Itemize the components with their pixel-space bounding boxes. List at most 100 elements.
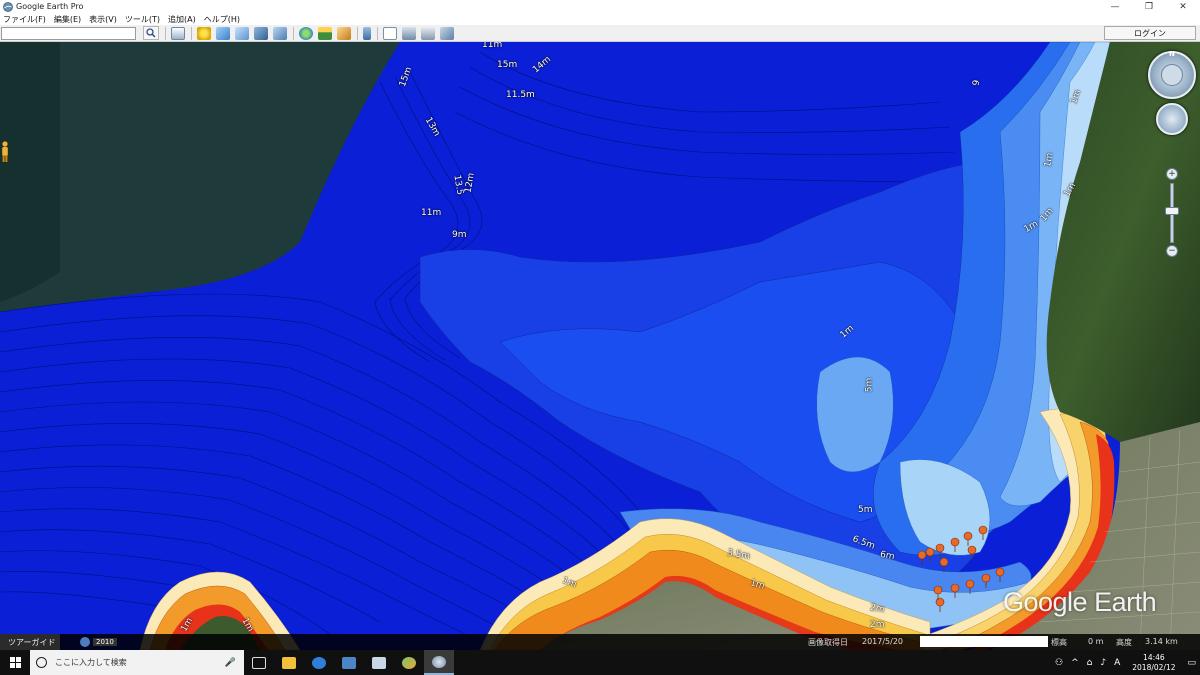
menu-bar: ファイル(F) 編集(E) 表示(V) ツール(T) 追加(A) ヘルプ(H) — [0, 13, 1200, 25]
clock-icon — [80, 637, 90, 647]
depth-label: 5m — [858, 505, 873, 515]
tour-guide-button[interactable]: ツアーガイド — [0, 634, 60, 650]
print-icon[interactable] — [402, 26, 416, 40]
coordinates-box — [920, 636, 1048, 647]
historical-imagery-icon[interactable] — [299, 26, 313, 40]
search-icon — [146, 28, 156, 38]
map-view[interactable]: 15m 11m 15m 14m 11.5m 13m 13.5 12m 11m 9m 9 1m 1m 1m 1… — [0, 42, 1200, 650]
record-tour-icon[interactable] — [273, 26, 287, 40]
window-title: Google Earth Pro — [16, 2, 84, 11]
restore-button[interactable]: ❐ — [1132, 0, 1166, 13]
start-button[interactable] — [0, 650, 30, 675]
zoom-in-button[interactable]: + — [1166, 168, 1178, 180]
elevation-label: 標高 — [1051, 638, 1067, 647]
menu-edit[interactable]: 編集(E) — [54, 14, 81, 25]
task-view-button[interactable] — [244, 650, 274, 675]
taskbar-app-5[interactable] — [394, 650, 424, 675]
compass-center-icon[interactable] — [1161, 64, 1183, 86]
taskbar-search-placeholder: ここに入力して検索 — [55, 658, 127, 667]
google-earth-window: Google Earth Pro — ❐ ✕ ファイル(F) 編集(E) 表示(… — [0, 0, 1200, 675]
sidebar-toggle-icon[interactable] — [171, 26, 185, 40]
unsurveyed-water-dark — [0, 42, 60, 302]
windows-taskbar: ここに入力して検索 🎤 ⚇ ^ ⌂ ♪ A 14:46 2018/02/12 ▭ — [0, 650, 1200, 675]
ruler-icon[interactable] — [363, 26, 371, 40]
close-button[interactable]: ✕ — [1166, 0, 1200, 13]
placemark-icon[interactable] — [197, 26, 211, 40]
minimize-button[interactable]: — — [1098, 0, 1132, 13]
windows-logo-icon — [9, 657, 21, 668]
depth-label: 11m — [421, 208, 442, 218]
depth-label: 9m — [452, 230, 467, 240]
zoom-slider-thumb[interactable] — [1165, 207, 1179, 215]
google-earth-app-icon — [3, 1, 13, 12]
polygon-icon[interactable] — [216, 26, 230, 40]
save-image-icon[interactable] — [421, 26, 435, 40]
imagery-date: 2017/5/20 — [862, 637, 904, 646]
move-control[interactable] — [1156, 103, 1188, 135]
title-bar: Google Earth Pro — ❐ ✕ — [0, 0, 1200, 13]
toolbar-separator — [293, 26, 294, 40]
people-icon[interactable]: ⚇ — [1055, 658, 1063, 668]
google-earth-watermark: Google Earth — [1003, 587, 1157, 617]
volume-icon[interactable]: ♪ — [1100, 658, 1106, 668]
depth-label: 5m — [864, 377, 875, 393]
notification-icon[interactable]: ▭ — [1187, 658, 1196, 668]
taskbar-edge[interactable] — [304, 650, 334, 675]
bathymetry-map — [0, 42, 1200, 650]
search-input[interactable] — [1, 26, 136, 40]
microphone-icon[interactable]: 🎤 — [225, 658, 236, 668]
folder-icon — [282, 656, 296, 669]
zoom-out-button[interactable]: − — [1166, 245, 1178, 257]
menu-file[interactable]: ファイル(F) — [3, 14, 46, 25]
cortana-icon — [36, 657, 47, 668]
depth-label: 15m — [497, 60, 518, 70]
altitude-label: 高度 — [1116, 638, 1132, 647]
taskbar-date: 2018/02/12 — [1132, 662, 1176, 672]
toolbar-separator — [357, 26, 358, 40]
north-label: N — [1169, 50, 1175, 58]
toolbar-separator — [165, 26, 166, 40]
google-earth-taskbar-icon — [432, 655, 446, 668]
sunlight-icon[interactable] — [318, 26, 332, 40]
history-year: 2010 — [93, 638, 117, 646]
search-button[interactable] — [143, 26, 159, 40]
depth-label: 11.5m — [506, 90, 535, 100]
taskbar-app-4[interactable] — [364, 650, 394, 675]
altitude-value: 3.14 km — [1145, 637, 1178, 646]
ime-icon[interactable]: A — [1114, 658, 1120, 668]
edge-icon — [312, 656, 326, 669]
login-button[interactable]: ログイン — [1104, 26, 1196, 40]
compass-control[interactable]: N — [1148, 50, 1196, 99]
taskbar-search-box[interactable]: ここに入力して検索 🎤 — [30, 650, 244, 675]
depth-label: 2m — [870, 620, 885, 630]
image-overlay-icon[interactable] — [254, 26, 268, 40]
taskbar-explorer[interactable] — [274, 650, 304, 675]
depth-label: 11m — [482, 42, 503, 50]
paint-app-icon — [402, 656, 416, 669]
taskbar-clock[interactable]: 14:46 2018/02/12 — [1132, 653, 1175, 673]
view-in-maps-icon[interactable] — [440, 26, 454, 40]
status-bar: ツアーガイド 2010 画像取得日 2017/5/20 標高 0 m 高度 3.… — [0, 634, 1200, 650]
taskbar-time: 14:46 — [1143, 652, 1165, 662]
toolbar: ログイン — [0, 25, 1200, 42]
network-icon[interactable]: ⌂ — [1087, 658, 1093, 668]
system-tray: ⚇ ^ ⌂ ♪ A 14:46 2018/02/12 ▭ — [1051, 653, 1200, 673]
historical-imagery-indicator[interactable]: 2010 — [80, 637, 117, 647]
menu-view[interactable]: 表示(V) — [89, 14, 117, 25]
elevation-value: 0 m — [1088, 637, 1104, 646]
menu-help[interactable]: ヘルプ(H) — [204, 14, 240, 25]
planets-icon[interactable] — [337, 26, 351, 40]
tray-chevron-icon[interactable]: ^ — [1071, 658, 1079, 668]
menu-tools[interactable]: ツール(T) — [125, 14, 160, 25]
imagery-date-label: 画像取得日 — [808, 638, 848, 647]
path-icon[interactable] — [235, 26, 249, 40]
email-icon[interactable] — [383, 26, 397, 40]
window-app-icon — [342, 656, 356, 669]
document-app-icon — [372, 656, 386, 669]
menu-add[interactable]: 追加(A) — [168, 14, 196, 25]
toolbar-separator — [191, 26, 192, 40]
street-view-pegman-icon[interactable] — [0, 141, 10, 163]
taskbar-google-earth[interactable] — [424, 650, 454, 675]
toolbar-separator — [377, 26, 378, 40]
taskbar-app-3[interactable] — [334, 650, 364, 675]
